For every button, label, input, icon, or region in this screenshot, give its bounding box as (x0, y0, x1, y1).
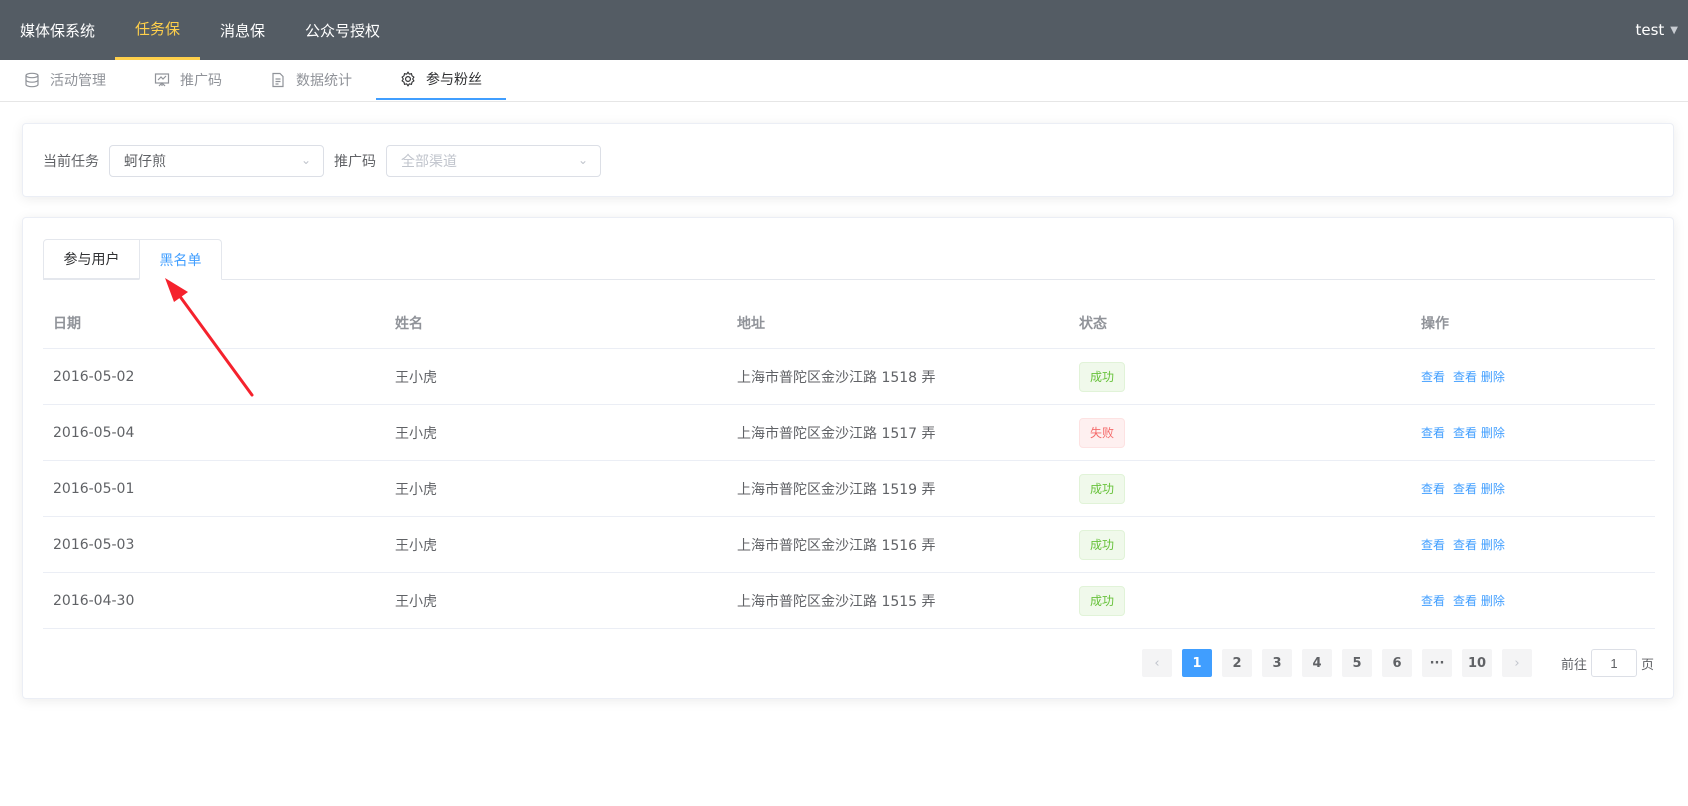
chevron-down-icon: ⌄ (577, 153, 588, 167)
cell-name: 王小虎 (385, 460, 727, 517)
status-badge: 成功 (1079, 361, 1126, 392)
tab-blacklist[interactable]: 黑名单 (139, 239, 222, 280)
top-navbar: 媒体保系统 任务保 消息保 公众号授权 test ▼ (0, 0, 1688, 60)
prev-page-button[interactable]: ‹ (1142, 649, 1172, 677)
gear-icon (401, 71, 415, 87)
view-delete-link[interactable]: 查看 删除 (1453, 538, 1505, 552)
view-link[interactable]: 查看 (1421, 482, 1445, 496)
cell-address: 上海市普陀区金沙江路 1515 弄 (727, 572, 1069, 629)
cell-date: 2016-05-02 (43, 348, 385, 405)
cell-address: 上海市普陀区金沙江路 1519 弄 (727, 460, 1069, 517)
user-name: test (1635, 21, 1665, 39)
cell-address: 上海市普陀区金沙江路 1516 弄 (727, 516, 1069, 573)
main-card: 参与用户 黑名单 日期 姓名 地址 状态 操作 2016-05-02 王小虎 上… (22, 217, 1674, 699)
page-suffix: 页 (1641, 657, 1655, 673)
view-link[interactable]: 查看 (1421, 370, 1445, 384)
cell-date: 2016-05-04 (43, 404, 385, 461)
view-delete-link[interactable]: 查看 删除 (1453, 594, 1505, 608)
more-pages-button[interactable]: ··· (1422, 649, 1452, 677)
subnav-item-statistics[interactable]: 数据统计 (246, 60, 376, 100)
task-select-value: 蚵仔煎 (124, 154, 166, 170)
status-badge: 失败 (1079, 417, 1126, 448)
page-button-10[interactable]: 10 (1462, 649, 1492, 677)
table-header-row: 日期 姓名 地址 状态 操作 (43, 298, 1655, 349)
nav-item-message[interactable]: 消息保 (200, 0, 285, 60)
cell-name: 王小虎 (385, 404, 727, 461)
view-delete-link[interactable]: 查看 删除 (1453, 426, 1505, 440)
status-badge: 成功 (1079, 473, 1126, 504)
next-page-button[interactable]: › (1502, 649, 1532, 677)
subnav-label: 活动管理 (50, 73, 106, 89)
cell-address: 上海市普陀区金沙江路 1517 弄 (727, 404, 1069, 461)
filter-card: 当前任务 蚵仔煎 ⌄ 推广码 全部渠道 ⌄ (22, 123, 1674, 197)
view-link[interactable]: 查看 (1421, 426, 1445, 440)
cell-name: 王小虎 (385, 516, 727, 573)
promo-code-label: 推广码 (334, 154, 376, 170)
subnav-item-activity[interactable]: 活动管理 (0, 60, 130, 100)
view-link[interactable]: 查看 (1421, 538, 1445, 552)
chevron-down-icon: ⌄ (300, 153, 311, 167)
page-button-1[interactable]: 1 (1182, 649, 1212, 677)
cell-name: 王小虎 (385, 348, 727, 405)
column-header-address: 地址 (727, 298, 1069, 349)
tab-participants[interactable]: 参与用户 (43, 239, 140, 279)
table-row: 2016-05-04 王小虎 上海市普陀区金沙江路 1517 弄 失败 查看 查看… (43, 404, 1655, 461)
subnav-item-promo-code[interactable]: 推广码 (130, 60, 246, 100)
nav-item-official-account[interactable]: 公众号授权 (285, 0, 400, 60)
view-delete-link[interactable]: 查看 删除 (1453, 482, 1505, 496)
pagination: ‹ 1 2 3 4 5 6 ··· 10 › 前往 页 (1137, 649, 1654, 677)
page-jumper: 前往 页 (1561, 649, 1654, 677)
table-row: 2016-05-01 王小虎 上海市普陀区金沙江路 1519 弄 成功 查看 查看… (43, 460, 1655, 517)
column-header-name: 姓名 (385, 298, 727, 349)
promo-code-select[interactable]: 全部渠道 ⌄ (386, 145, 601, 177)
goto-page-input[interactable] (1591, 649, 1638, 677)
status-badge: 成功 (1079, 529, 1126, 560)
chevron-down-icon: ▼ (1670, 24, 1678, 36)
sub-navbar: 活动管理 推广码 数据统计 参与粉丝 (0, 60, 1688, 102)
column-header-status: 状态 (1069, 298, 1411, 349)
page-button-4[interactable]: 4 (1302, 649, 1332, 677)
cell-date: 2016-05-03 (43, 516, 385, 573)
presentation-board-icon (154, 73, 170, 87)
promo-code-placeholder: 全部渠道 (401, 154, 457, 170)
database-icon (25, 72, 39, 88)
cell-address: 上海市普陀区金沙江路 1518 弄 (727, 348, 1069, 405)
fans-table: 日期 姓名 地址 状态 操作 2016-05-02 王小虎 上海市普陀区金沙江路… (43, 298, 1655, 629)
tab-bar: 参与用户 黑名单 (43, 239, 1655, 280)
view-link[interactable]: 查看 (1421, 594, 1445, 608)
subnav-label: 参与粉丝 (426, 72, 482, 88)
cell-date: 2016-05-01 (43, 460, 385, 517)
view-delete-link[interactable]: 查看 删除 (1453, 370, 1505, 384)
table-row: 2016-04-30 王小虎 上海市普陀区金沙江路 1515 弄 成功 查看 查看… (43, 572, 1655, 629)
subnav-label: 数据统计 (296, 73, 352, 89)
column-header-actions: 操作 (1411, 298, 1655, 349)
column-header-date: 日期 (43, 298, 385, 349)
page-button-5[interactable]: 5 (1342, 649, 1372, 677)
task-select[interactable]: 蚵仔煎 ⌄ (109, 145, 324, 177)
table-row: 2016-05-03 王小虎 上海市普陀区金沙江路 1516 弄 成功 查看 查看… (43, 516, 1655, 573)
cell-name: 王小虎 (385, 572, 727, 629)
page-button-3[interactable]: 3 (1262, 649, 1292, 677)
subnav-item-fans[interactable]: 参与粉丝 (376, 60, 506, 100)
page-button-6[interactable]: 6 (1382, 649, 1412, 677)
task-label: 当前任务 (43, 154, 99, 170)
page-button-2[interactable]: 2 (1222, 649, 1252, 677)
document-icon (272, 72, 284, 88)
subnav-label: 推广码 (180, 73, 222, 89)
cell-date: 2016-04-30 (43, 572, 385, 629)
user-menu[interactable]: test ▼ (1635, 0, 1688, 60)
table-row: 2016-05-02 王小虎 上海市普陀区金沙江路 1518 弄 成功 查看 查看… (43, 348, 1655, 405)
goto-label: 前往 (1561, 657, 1588, 673)
nav-item-media-system[interactable]: 媒体保系统 (0, 0, 115, 60)
status-badge: 成功 (1079, 585, 1126, 616)
nav-item-task[interactable]: 任务保 (115, 0, 201, 60)
